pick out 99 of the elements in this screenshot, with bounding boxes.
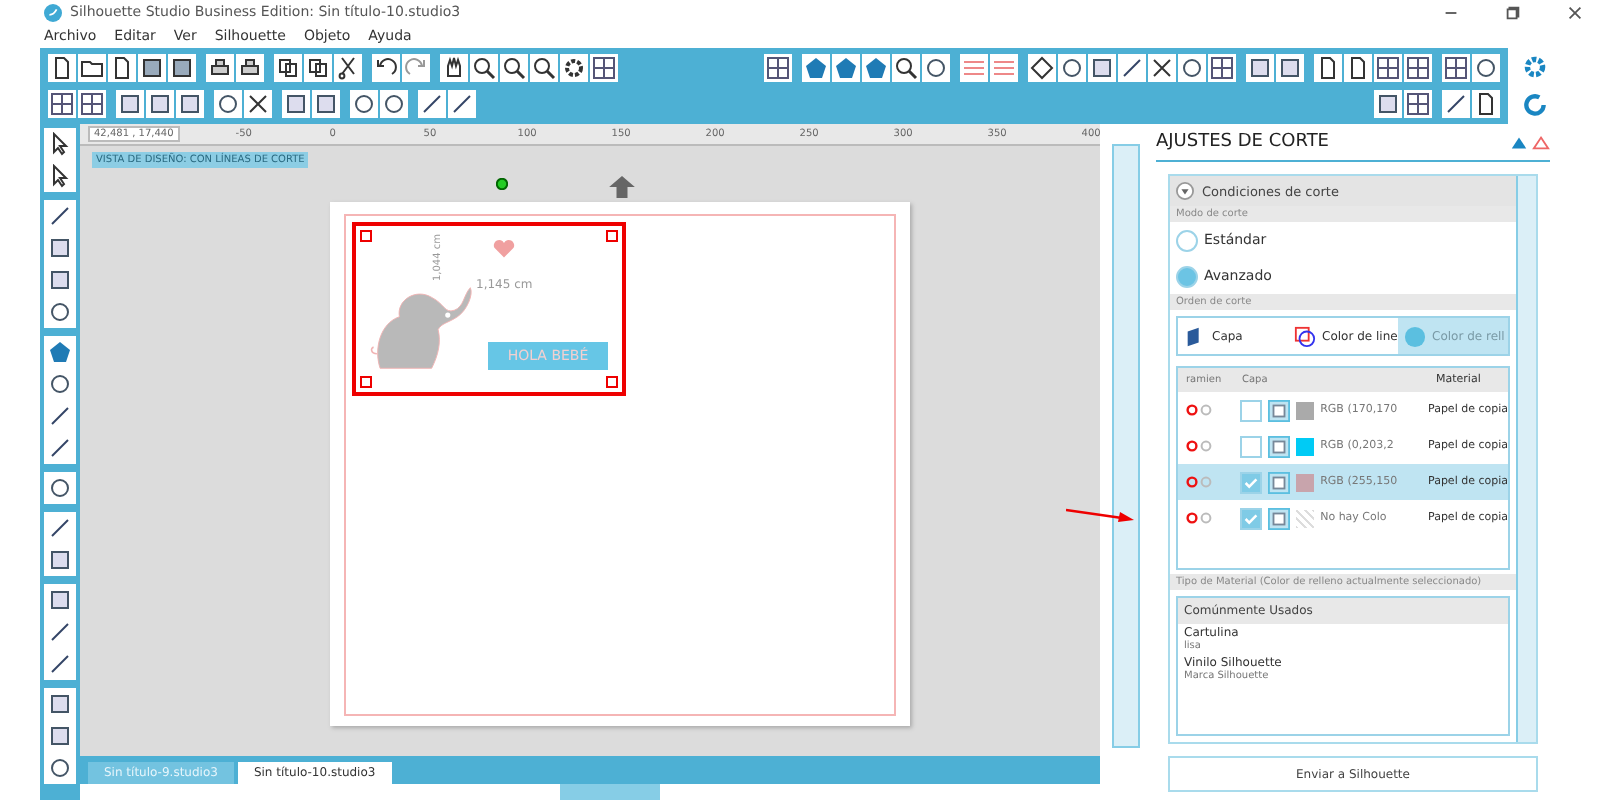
restore-icon[interactable]	[1504, 3, 1522, 21]
grid-icon[interactable]	[764, 53, 792, 81]
diamond-icon[interactable]	[1028, 53, 1056, 81]
square-icon[interactable]	[312, 89, 340, 117]
grid-icon[interactable]	[1404, 89, 1432, 117]
rotate-handle[interactable]	[496, 178, 508, 190]
doc-icon[interactable]	[48, 53, 76, 81]
line-icon[interactable]	[46, 434, 74, 462]
scrollbar-thumb[interactable]	[560, 784, 660, 800]
gear-icon[interactable]	[560, 53, 588, 81]
line-icon[interactable]	[1118, 53, 1146, 81]
layer-icon	[1268, 471, 1291, 493]
close-icon[interactable]	[1566, 3, 1584, 21]
resize-handle[interactable]	[360, 230, 372, 242]
checkbox[interactable]	[1240, 471, 1263, 493]
zoom-icon[interactable]	[530, 53, 558, 81]
checkbox[interactable]	[1240, 399, 1263, 421]
zoom-icon[interactable]	[892, 53, 920, 81]
undo-icon[interactable]	[372, 53, 400, 81]
grid-icon[interactable]	[48, 89, 76, 117]
feed-arrow-icon	[608, 176, 636, 198]
square-icon[interactable]	[1276, 53, 1304, 81]
square-icon[interactable]	[46, 690, 74, 718]
grid-icon[interactable]	[590, 53, 618, 81]
checkbox[interactable]	[1240, 435, 1263, 457]
circle-icon[interactable]	[46, 474, 74, 502]
annotation-arrow	[1066, 504, 1134, 524]
checkbox[interactable]	[1240, 507, 1263, 529]
grid-icon[interactable]	[78, 89, 106, 117]
cross-icon[interactable]	[244, 89, 272, 117]
panel-title: AJUSTES DE CORTE	[1156, 132, 1331, 152]
circle-icon[interactable]	[350, 89, 378, 117]
square-icon[interactable]	[46, 586, 74, 614]
circle-icon[interactable]	[1472, 53, 1500, 81]
square-icon[interactable]	[146, 89, 174, 117]
print-icon[interactable]	[206, 53, 234, 81]
square-icon[interactable]	[46, 546, 74, 574]
resize-handle[interactable]	[606, 230, 618, 242]
line-icon[interactable]	[46, 650, 74, 678]
resize-handle[interactable]	[606, 376, 618, 388]
cut-icon[interactable]	[334, 53, 362, 81]
square-icon[interactable]	[282, 89, 310, 117]
line-icon[interactable]	[448, 89, 476, 117]
radio-button[interactable]	[1176, 265, 1198, 287]
copy-icon[interactable]	[274, 53, 302, 81]
resize-handle[interactable]	[360, 376, 372, 388]
line-icon[interactable]	[1442, 89, 1470, 117]
scrollbar-track[interactable]	[1516, 176, 1536, 742]
square-icon[interactable]	[46, 234, 74, 262]
layer-icon	[1268, 399, 1291, 421]
filled-circle-icon	[1404, 325, 1426, 347]
copy-icon[interactable]	[304, 53, 332, 81]
doc-icon[interactable]	[1344, 53, 1372, 81]
circle-icon[interactable]	[380, 89, 408, 117]
grid-icon[interactable]	[1208, 53, 1236, 81]
grid-icon[interactable]	[1374, 53, 1402, 81]
pentagon-icon[interactable]	[802, 53, 830, 81]
collapse-icon	[1176, 182, 1194, 200]
cross-icon[interactable]	[1148, 53, 1176, 81]
doc-icon[interactable]	[108, 53, 136, 81]
circle-icon[interactable]	[1178, 53, 1206, 81]
circle-icon[interactable]	[46, 298, 74, 326]
scrollbar-track[interactable]	[1111, 144, 1139, 748]
pentagon-icon[interactable]	[46, 338, 74, 366]
square-icon[interactable]	[1374, 89, 1402, 117]
circle-icon[interactable]	[1058, 53, 1086, 81]
square-icon[interactable]	[116, 89, 144, 117]
square-icon[interactable]	[176, 89, 204, 117]
doc-icon[interactable]	[1314, 53, 1342, 81]
pentagon-icon[interactable]	[862, 53, 890, 81]
layer-icon	[1268, 507, 1291, 529]
warning-icon[interactable]	[1532, 133, 1550, 151]
folder-icon[interactable]	[78, 53, 106, 81]
settings-icon[interactable]	[1521, 54, 1547, 80]
square-icon[interactable]	[1088, 53, 1116, 81]
circle-icon[interactable]	[214, 89, 242, 117]
triangle-icon[interactable]	[1510, 133, 1528, 151]
square-icon[interactable]	[1246, 53, 1274, 81]
zoom-icon[interactable]	[470, 53, 498, 81]
save-icon[interactable]	[168, 53, 196, 81]
grid-icon[interactable]	[1404, 53, 1432, 81]
line-icon[interactable]	[46, 202, 74, 230]
line-icon[interactable]	[418, 89, 446, 117]
circle-icon[interactable]	[922, 53, 950, 81]
doc-icon[interactable]	[1472, 89, 1500, 117]
square-icon[interactable]	[46, 722, 74, 750]
line-icon[interactable]	[46, 514, 74, 542]
square-circle-icon	[1294, 325, 1316, 347]
grid-icon[interactable]	[1442, 53, 1470, 81]
save-icon[interactable]	[138, 53, 166, 81]
radio-button[interactable]	[1176, 229, 1198, 251]
zoom-icon[interactable]	[500, 53, 528, 81]
layer-icon	[1268, 435, 1291, 457]
refresh-icon[interactable]	[1521, 92, 1547, 118]
pentagon-icon[interactable]	[832, 53, 860, 81]
print-icon[interactable]	[236, 53, 264, 81]
heart-drawing	[492, 238, 516, 260]
square-icon[interactable]	[46, 266, 74, 294]
circle-icon[interactable]	[46, 754, 74, 782]
